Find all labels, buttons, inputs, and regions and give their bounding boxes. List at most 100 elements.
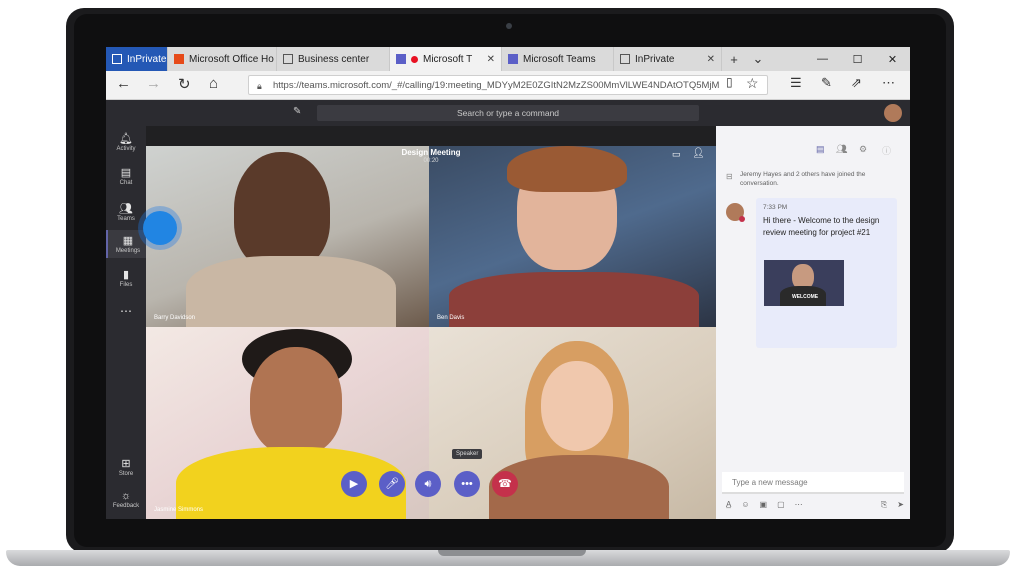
refresh-icon[interactable]: ↻ xyxy=(178,75,191,93)
maximize-icon[interactable]: ☐ xyxy=(840,53,875,66)
hang-up-button[interactable]: ☎ xyxy=(492,471,518,497)
format-icon[interactable]: A̲ xyxy=(726,500,731,510)
lock-icon: 🔒︎ xyxy=(257,81,262,91)
webcam xyxy=(506,23,512,29)
tab-business-center[interactable]: Business center xyxy=(277,47,390,71)
info-icon[interactable]: ⓘ xyxy=(882,144,891,157)
page-icon xyxy=(283,54,293,64)
participant-tile[interactable]: Barry Davidson xyxy=(146,146,429,327)
rail-item-store[interactable]: ⊞ Store xyxy=(106,457,146,477)
close-tab-icon[interactable]: ✕ xyxy=(487,54,495,65)
participant-video xyxy=(541,361,613,451)
teams-app-rail: 🔔︎ Activity ▤ Chat 👥︎ Teams ▦ Meetings ▮… xyxy=(106,126,148,519)
system-message: Jeremy Hayes and 2 others have joined th… xyxy=(740,171,866,187)
compose-icon[interactable]: ✎ xyxy=(293,106,301,117)
share-icon[interactable]: ⇗ xyxy=(851,75,862,91)
camera-button[interactable]: ▶ xyxy=(341,471,367,497)
more-options-button[interactable]: ••• xyxy=(454,471,480,497)
emoji-icon[interactable]: ☺ xyxy=(741,500,749,510)
chat-message[interactable]: 7:33 PM Hi there - Welcome to the design… xyxy=(756,198,897,348)
back-icon[interactable]: ← xyxy=(116,75,131,92)
busy-status-icon xyxy=(739,216,745,222)
participant-name: Ben Davis xyxy=(437,315,465,321)
teams-icon xyxy=(508,54,518,64)
home-icon[interactable]: ⌂ xyxy=(209,75,218,92)
rail-item-chat[interactable]: ▤ Chat xyxy=(106,166,146,186)
close-tab-icon[interactable]: ✕ xyxy=(707,54,715,65)
rail-item-files[interactable]: ▮ Files xyxy=(106,268,146,288)
browser-tab-bar: InPrivate Microsoft Office Ho Business c… xyxy=(106,47,910,71)
favorite-star-icon[interactable]: ☆ xyxy=(746,75,759,92)
page-icon xyxy=(620,54,630,64)
tab-office[interactable]: Microsoft Office Ho xyxy=(168,47,277,71)
message-time: 7:33 PM xyxy=(763,204,788,211)
sticker-icon[interactable]: ▢ xyxy=(777,500,785,510)
minimize-icon[interactable]: — xyxy=(805,53,840,66)
add-people-icon[interactable]: 👥︎ xyxy=(836,144,847,155)
join-icon: ⊟ xyxy=(726,172,733,181)
favorites-icon[interactable]: ☰ xyxy=(790,75,802,91)
close-window-icon[interactable]: ✕ xyxy=(875,53,910,66)
store-icon: ⊞ xyxy=(121,458,131,470)
participant-video xyxy=(449,272,699,327)
gif-icon[interactable]: ▣ xyxy=(760,500,768,510)
speaker-button[interactable]: 🔊︎ xyxy=(415,471,441,497)
more-icon[interactable]: ⋯ xyxy=(795,500,803,510)
search-input[interactable]: Search or type a command xyxy=(317,105,699,121)
more-apps-icon[interactable]: ⋯ xyxy=(106,304,146,318)
touch-indicator-core xyxy=(143,211,177,245)
feedback-icon: ☼ xyxy=(120,490,132,502)
show-conversation-icon[interactable]: ▭ xyxy=(672,149,681,160)
tab-microsoft-teams-active[interactable]: Microsoft T ✕ xyxy=(390,47,502,71)
chevron-down-icon[interactable]: ⌄ xyxy=(746,51,770,67)
compose-message-input[interactable]: Type a new message xyxy=(722,472,904,494)
tab-microsoft-teams[interactable]: Microsoft Teams xyxy=(502,47,614,71)
video-stage: Barry Davidson Ben Davis Jasmine Simmons… xyxy=(146,126,716,519)
meeting-timer: 00:20 xyxy=(423,158,439,164)
url-field[interactable]: 🔒︎ https://teams.microsoft.com/_#/callin… xyxy=(248,75,768,95)
rail-item-activity[interactable]: 🔔︎ Activity xyxy=(106,132,146,152)
file-icon: ▮ xyxy=(122,269,130,281)
speaker-tooltip: Speaker xyxy=(452,449,483,459)
rail-item-feedback[interactable]: ☼ Feedback xyxy=(106,490,146,509)
participant-video xyxy=(234,152,330,270)
thumbnail-caption: WELCOME xyxy=(792,294,819,300)
office-icon xyxy=(174,54,184,64)
screen: InPrivate Microsoft Office Ho Business c… xyxy=(106,47,910,519)
send-icon[interactable]: ➤ xyxy=(897,500,904,510)
phone-hangup-icon: ☎ xyxy=(498,478,512,490)
meeting-chat-pane: ▤ 👥︎ ⚙ ⓘ ⊟ Jeremy Hayes and 2 others hav… xyxy=(716,126,910,519)
participant-video xyxy=(250,347,342,455)
chat-icon: ▤ xyxy=(120,167,132,179)
speaker-icon: 🔊︎ xyxy=(424,478,432,490)
reading-view-icon[interactable]: ▯ xyxy=(726,75,733,89)
bell-icon: 🔔︎ xyxy=(119,133,133,145)
pen-icon[interactable]: ✎ xyxy=(821,75,832,91)
participant-video xyxy=(186,256,396,327)
avatar[interactable] xyxy=(884,104,902,122)
message-text: Hi there - Welcome to the design review … xyxy=(763,216,880,237)
video-camera-icon: ▶ xyxy=(349,478,359,490)
microphone-icon: 🎤︎ xyxy=(385,478,399,490)
attach-icon[interactable]: ⎘ xyxy=(881,500,887,510)
forward-icon[interactable]: → xyxy=(146,75,161,92)
participant-video xyxy=(176,447,406,519)
inprivate-icon xyxy=(112,54,122,64)
gear-icon[interactable]: ⚙ xyxy=(859,144,867,155)
mute-button[interactable]: 🎤︎ xyxy=(379,471,405,497)
meeting-title: Design Meeting xyxy=(401,148,461,157)
more-icon: ••• xyxy=(461,478,473,490)
teams-icon: 👥︎ xyxy=(119,203,133,215)
more-icon[interactable]: ⋯ xyxy=(882,75,895,91)
tab-inprivate[interactable]: InPrivate ✕ xyxy=(614,47,722,71)
address-bar-row: ← → ↻ ⌂ 🔒︎ https://teams.microsoft.com/_… xyxy=(106,71,910,100)
participants-icon[interactable]: 👤︎ xyxy=(692,148,705,159)
chat-icon[interactable]: ▤ xyxy=(816,144,825,155)
inprivate-badge[interactable]: InPrivate xyxy=(106,47,168,71)
video-thumbnail[interactable]: WELCOME xyxy=(764,260,844,306)
participant-tile[interactable]: Ben Davis xyxy=(429,146,716,327)
laptop-notch xyxy=(438,550,586,556)
recording-dot-icon xyxy=(411,55,418,63)
window-controls: — ☐ ✕ xyxy=(805,53,910,66)
new-tab-icon[interactable]: + xyxy=(722,52,746,67)
